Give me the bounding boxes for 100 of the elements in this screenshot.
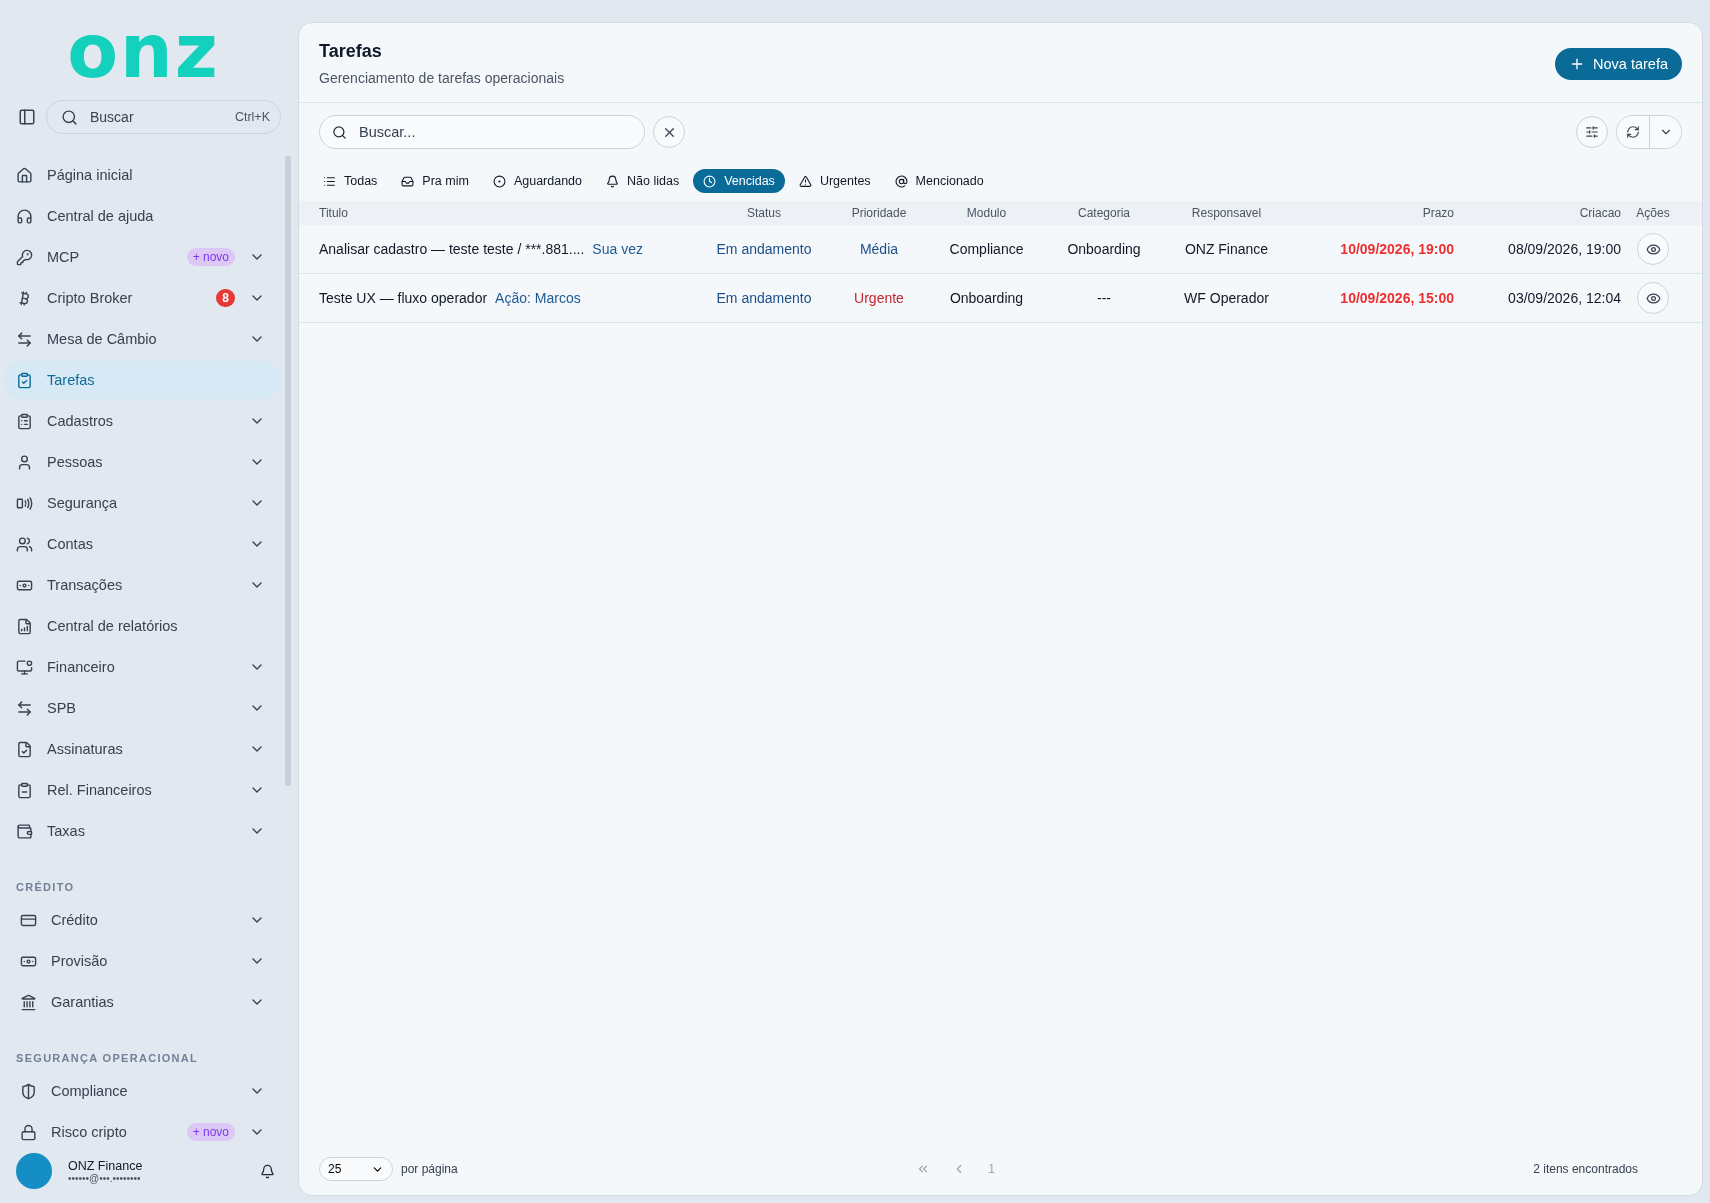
bank-icon <box>20 993 37 1011</box>
page-subtitle: Gerenciamento de tarefas operacionais <box>319 70 565 86</box>
nav-item[interactable]: Pessoas <box>4 443 281 481</box>
circle-dot-icon <box>492 174 506 188</box>
action-tag: Ação: Marcos <box>495 290 581 306</box>
page-size-select[interactable]: 25 <box>319 1157 393 1181</box>
search-input[interactable]: Buscar... <box>357 123 632 141</box>
clipboard-icon <box>16 412 33 430</box>
nav-item[interactable]: Central de ajuda <box>4 197 281 235</box>
nav-item[interactable]: Provisão <box>4 942 281 980</box>
bell-icon <box>606 174 619 188</box>
bell-icon[interactable] <box>260 1163 275 1179</box>
document-check-icon <box>16 740 33 758</box>
at-sign-icon <box>894 174 908 188</box>
page-size-label: por página <box>401 1162 458 1176</box>
checklist-icon <box>16 371 33 389</box>
column-header: Prioridade <box>850 206 908 220</box>
nav-item[interactable]: Financeiro <box>4 648 281 686</box>
new-badge: + novo <box>186 1123 235 1141</box>
search-field[interactable]: Buscar... <box>319 115 645 149</box>
column-header: Criacao <box>1578 206 1621 220</box>
avatar <box>16 1153 52 1189</box>
view-button[interactable] <box>1637 282 1669 314</box>
table-cell-text: 03/09/2026, 12:04 <box>1507 290 1621 306</box>
new-badge: + novo <box>186 248 235 266</box>
sidebar-toggle-icon[interactable] <box>18 108 36 126</box>
table-cell-text: Onboarding <box>948 290 1025 306</box>
wallet-icon <box>16 822 33 840</box>
lock-icon <box>20 1123 37 1141</box>
table-cell-text: Urgente <box>853 290 905 306</box>
filter-settings-button[interactable] <box>1576 116 1608 148</box>
filter-tab[interactable]: Urgentes <box>788 169 881 193</box>
nav-item[interactable]: Cripto Broker 8 <box>4 279 281 317</box>
nav-item[interactable]: Contas <box>4 525 281 563</box>
clear-button[interactable] <box>653 116 685 148</box>
key-icon <box>16 248 33 266</box>
person-icon <box>16 453 33 471</box>
filter-tab[interactable]: Aguardando <box>482 169 592 193</box>
nav-item[interactable]: Taxas <box>4 812 281 850</box>
column-header: Prazo <box>1421 206 1454 220</box>
nav-item[interactable]: Tarefas <box>4 361 281 399</box>
table-cell-text: Onboarding <box>1066 241 1142 257</box>
action-tag: Sua vez <box>592 241 643 257</box>
logo: onz <box>66 7 221 96</box>
nav-item[interactable]: Risco cripto + novo <box>4 1113 281 1141</box>
sliders-icon <box>1585 125 1599 139</box>
table-cell: Analisar cadastro — teste teste / ***.881.... <box>319 241 585 257</box>
list-icon <box>323 174 336 188</box>
column-header: Modulo <box>965 206 1008 220</box>
nav-item[interactable]: Garantias <box>4 983 281 1021</box>
nav-item[interactable]: Rel. Financeiros <box>4 771 281 809</box>
new-task-button[interactable]: Nova tarefa <box>1555 47 1682 80</box>
column-header: Responsavel <box>1190 206 1263 220</box>
shield-icon <box>20 1082 37 1100</box>
people-icon <box>16 535 33 553</box>
section-heading: SEGURANÇA OPERACIONAL <box>15 1051 200 1066</box>
filter-tab[interactable]: Todas <box>313 169 388 193</box>
table-cell-text: Compliance <box>948 241 1025 257</box>
table-cell-text: 10/09/2026, 19:00 <box>1339 241 1454 257</box>
column-header: Ações <box>1635 206 1671 220</box>
filter-tab[interactable]: Pra mim <box>391 169 479 193</box>
monitor-icon <box>16 658 33 676</box>
inbox-icon <box>401 174 415 188</box>
filter-tab[interactable]: Não lidas <box>596 169 690 193</box>
table-cell-text: Em andamento <box>715 241 813 257</box>
nav-item[interactable]: Transações <box>4 566 281 604</box>
result-count: 2 itens encontrados <box>1533 1162 1638 1176</box>
nav-item[interactable]: Central de relatórios <box>4 607 281 645</box>
warning-icon <box>798 174 812 188</box>
search-icon <box>61 108 78 126</box>
search-icon <box>332 124 347 140</box>
user-name: ONZ Finance <box>68 1158 143 1173</box>
filter-tab[interactable]: Mencionado <box>884 169 994 193</box>
refresh-icon <box>1626 125 1640 139</box>
table-cell: Teste UX — fluxo operador <box>319 290 488 306</box>
house-icon <box>16 166 33 184</box>
table-cell-text: Em andamento <box>715 290 813 306</box>
column-header: Titulo <box>319 206 349 220</box>
table-cell-text: WF Operador <box>1183 290 1270 306</box>
nav-item[interactable]: Crédito <box>4 901 281 939</box>
nav-item[interactable]: Segurança <box>4 484 281 522</box>
filter-tab[interactable]: Vencidas <box>693 169 785 193</box>
view-button[interactable] <box>1637 233 1669 265</box>
arrows-icon <box>16 699 33 717</box>
nav-item[interactable]: Assinaturas <box>4 730 281 768</box>
section-heading: CRÉDITO <box>15 880 76 895</box>
nav-item[interactable]: MCP + novo <box>4 238 281 276</box>
table-cell-text: Média <box>858 241 900 257</box>
eye-icon <box>1645 290 1661 306</box>
nav-item[interactable]: Compliance <box>4 1072 281 1110</box>
nav-item[interactable]: Página inicial <box>4 156 281 194</box>
nav-item[interactable]: SPB <box>4 689 281 727</box>
table-cell-text: --- <box>1096 290 1112 306</box>
column-header: Status <box>746 206 782 220</box>
nav-item[interactable]: Cadastros <box>4 402 281 440</box>
clipboard-icon <box>16 781 33 799</box>
table-cell-text: 08/09/2026, 19:00 <box>1507 241 1621 257</box>
table-cell-text: 10/09/2026, 15:00 <box>1339 290 1454 306</box>
nav-item[interactable]: Mesa de Câmbio <box>4 320 281 358</box>
report-icon <box>16 617 33 635</box>
